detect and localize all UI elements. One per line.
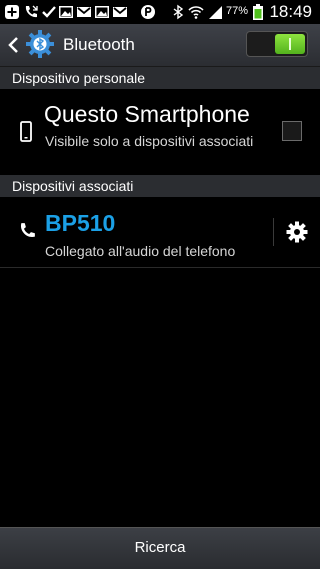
signal-icon <box>209 6 222 19</box>
gallery-icon-2 <box>95 6 109 18</box>
gmail-icon-2 <box>113 7 127 17</box>
section-header-personal-label: Dispositivo personale <box>12 70 146 86</box>
action-bar: Bluetooth <box>0 24 320 67</box>
personal-device-row[interactable]: Questo Smartphone Visibile solo a dispos… <box>0 89 320 173</box>
battery-icon <box>253 4 263 20</box>
clock: 18:49 <box>269 2 312 21</box>
status-bar: 77% 18:49 <box>0 0 320 24</box>
bluetooth-toggle[interactable] <box>246 31 308 57</box>
missed-call-icon <box>25 5 38 18</box>
back-arrow-icon[interactable] <box>4 35 22 55</box>
parking-icon <box>141 5 155 19</box>
paired-device-row[interactable]: BP510 Collegato all'audio del telefono <box>0 197 320 267</box>
personal-device-subtitle: Visibile solo a dispositivi associati <box>45 133 254 149</box>
search-button-label: Ricerca <box>134 539 186 556</box>
device-settings-gear-icon[interactable] <box>286 221 308 243</box>
section-header-paired: Dispositivi associati <box>0 175 320 197</box>
page-title: Bluetooth <box>63 35 135 54</box>
check-icon <box>42 6 56 18</box>
paired-device-status: Collegato all'audio del telefono <box>45 243 236 259</box>
list-divider <box>0 267 320 268</box>
section-header-paired-label: Dispositivi associati <box>12 178 134 194</box>
section-header-personal: Dispositivo personale <box>0 67 320 89</box>
smartphone-icon <box>20 121 32 142</box>
visibility-checkbox[interactable] <box>282 121 302 141</box>
wifi-icon <box>188 6 204 19</box>
phone-call-icon <box>20 223 35 238</box>
paired-device-name: BP510 <box>45 210 116 236</box>
bluetooth-settings-icon <box>26 30 54 58</box>
search-button[interactable]: Ricerca <box>0 527 320 569</box>
row-separator <box>273 218 274 246</box>
gmail-icon <box>77 7 91 17</box>
bluetooth-status-icon <box>173 4 184 20</box>
personal-device-name: Questo Smartphone <box>44 101 250 127</box>
toggle-knob <box>275 34 305 54</box>
gallery-icon <box>59 6 73 18</box>
add-notification-icon <box>5 5 19 19</box>
battery-percent: 77% <box>226 5 249 17</box>
